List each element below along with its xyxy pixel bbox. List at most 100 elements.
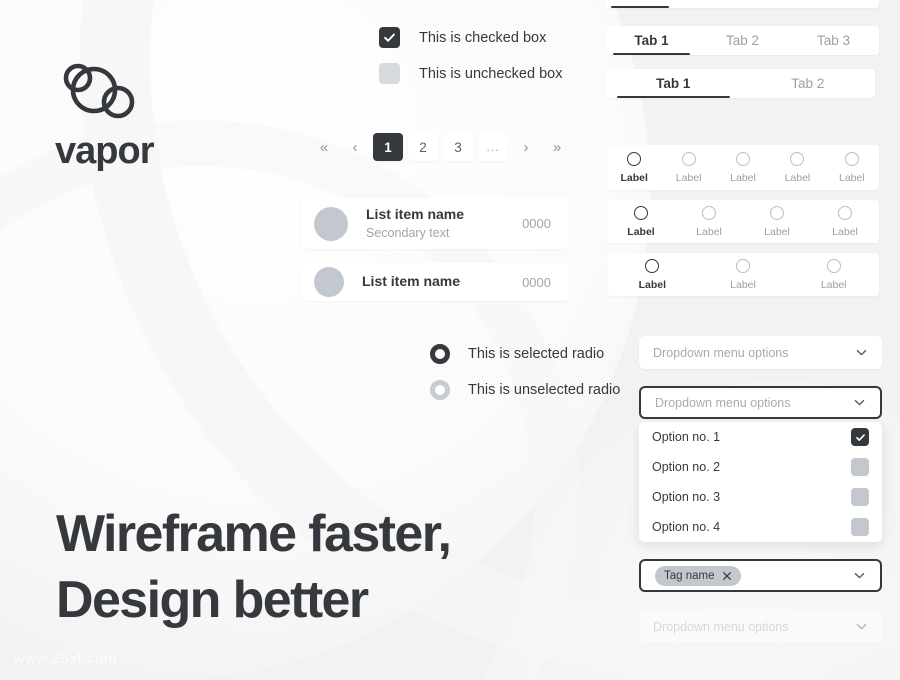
option-checkbox-checked[interactable] — [851, 428, 869, 446]
radio-group-item[interactable]: Label — [607, 258, 698, 291]
pagination-prev-icon[interactable]: ‹ — [342, 134, 368, 160]
tab-bar-2[interactable]: Tab 1 Tab 2 — [606, 69, 875, 98]
dropdown-option-label: Option no. 1 — [652, 430, 721, 444]
option-checkbox-unchecked[interactable] — [851, 518, 869, 536]
radio-selected-label: This is selected radio — [468, 346, 605, 362]
radio-row-selected[interactable]: This is selected radio — [430, 344, 604, 364]
radio-group-label: Label — [730, 278, 756, 291]
checkbox-unchecked-label: This is unchecked box — [419, 65, 563, 82]
pagination-page-2[interactable]: 2 — [408, 133, 438, 161]
pagination-page-1[interactable]: 1 — [373, 133, 403, 161]
chevron-down-icon — [855, 346, 868, 359]
tab-bar-3[interactable]: Tab 1 Tab 2 Tab 3 — [606, 26, 879, 55]
radio-group-label: Label — [620, 171, 648, 184]
radio-group-label: Label — [832, 225, 858, 238]
radio-group-item[interactable]: Label — [698, 258, 789, 291]
dropdown-menu[interactable]: Option no. 1 Option no. 2 Option no. 3 O… — [639, 422, 882, 542]
close-icon[interactable] — [722, 571, 732, 581]
dropdown-plain[interactable]: Dropdown menu options — [639, 336, 882, 369]
radio-group-item[interactable]: Label — [811, 205, 879, 238]
radio-group-label: Label — [838, 171, 865, 184]
radio-group-4[interactable]: Label Label Label Label — [607, 200, 879, 243]
radio-selected[interactable] — [430, 344, 450, 364]
avatar — [314, 206, 348, 241]
pagination[interactable]: « ‹ 1 2 3 ... › » — [311, 133, 570, 161]
brand-name: vapor — [55, 130, 154, 172]
dropdown-option[interactable]: Option no. 2 — [639, 452, 882, 482]
radio-group-label: Label — [764, 225, 790, 238]
radio-group-label: Label — [784, 171, 811, 184]
option-checkbox-unchecked[interactable] — [851, 458, 869, 476]
checkbox-checked-label: This is checked box — [419, 29, 547, 46]
radio-group-item[interactable]: Label — [743, 205, 811, 238]
pagination-page-3[interactable]: 3 — [443, 133, 473, 161]
pagination-next-icon[interactable]: › — [513, 134, 539, 160]
radio-circle-icon — [634, 205, 648, 220]
radio-group-item[interactable]: Label — [661, 151, 715, 184]
dropdown-plain-placeholder: Dropdown menu options — [653, 345, 789, 360]
checkbox-row-checked[interactable]: This is checked box — [379, 27, 546, 48]
checkbox-checked[interactable] — [379, 27, 400, 48]
option-checkbox-unchecked[interactable] — [851, 488, 869, 506]
tab-1[interactable]: Tab 1 — [606, 0, 674, 8]
dropdown-option-label: Option no. 4 — [652, 520, 721, 534]
tab-1[interactable]: Tab 1 — [606, 69, 741, 98]
tab-2[interactable]: Tab 2 — [697, 26, 788, 55]
dropdown-focused-placeholder: Dropdown menu options — [655, 395, 791, 410]
radio-group-3[interactable]: Label Label Label — [607, 253, 879, 296]
radio-group-item[interactable]: Label — [607, 151, 661, 184]
radio-circle-icon — [770, 205, 784, 220]
radio-row-unselected[interactable]: This is unselected radio — [430, 380, 620, 400]
dropdown-option[interactable]: Option no. 1 — [639, 422, 882, 452]
tab-1[interactable]: Tab 1 — [606, 26, 697, 55]
dropdown-option[interactable]: Option no. 4 — [639, 512, 882, 542]
cloud-bubbles-icon — [63, 63, 135, 119]
radio-group-item[interactable]: Label — [716, 151, 770, 184]
check-icon — [855, 433, 865, 441]
checkbox-unchecked[interactable] — [379, 63, 400, 84]
headline-line-1: Wireframe faster, — [56, 505, 452, 563]
tab-2[interactable]: Tab 2 — [741, 69, 876, 98]
headline-line-2: Design better — [56, 570, 369, 629]
radio-group-label: Label — [820, 278, 847, 291]
pagination-ellipsis[interactable]: ... — [478, 133, 508, 161]
radio-group-label: Label — [675, 171, 702, 184]
dropdown-with-tag[interactable]: Tag name — [639, 559, 882, 592]
radio-unselected[interactable] — [430, 380, 450, 400]
pagination-last-icon[interactable]: » — [544, 134, 570, 160]
dropdown-disabled[interactable]: Dropdown menu options — [639, 610, 882, 643]
radio-circle-icon — [627, 151, 642, 166]
checkbox-row-unchecked[interactable]: This is unchecked box — [379, 63, 562, 84]
radio-circle-icon — [645, 258, 660, 273]
list-item-value: 0000 — [522, 216, 551, 231]
radio-circle-icon — [844, 151, 859, 166]
radio-group-item[interactable]: Label — [675, 205, 743, 238]
tag-chip[interactable]: Tag name — [655, 565, 741, 586]
tab-2[interactable]: Tab 2 — [674, 0, 742, 8]
radio-group-item[interactable]: Label — [788, 258, 879, 291]
brand-logo: vapor — [55, 60, 235, 170]
list-item-value: 0000 — [522, 274, 551, 290]
tab-3[interactable]: Tab 3 — [788, 26, 879, 55]
radio-group-item[interactable]: Label — [825, 151, 879, 184]
chevron-down-icon — [853, 569, 866, 582]
pagination-first-icon[interactable]: « — [311, 134, 337, 160]
list-item[interactable]: List item name 0000 — [301, 263, 569, 301]
radio-circle-icon — [681, 151, 696, 166]
radio-group-item[interactable]: Label — [770, 151, 824, 184]
radio-group-label: Label — [627, 225, 655, 238]
check-icon — [384, 33, 395, 42]
tab-bar-4[interactable]: Tab 1 Tab 2 Tab 3 Tab 4 — [606, 0, 879, 8]
dropdown-option-label: Option no. 3 — [652, 490, 721, 504]
radio-circle-icon — [826, 258, 841, 273]
list-item[interactable]: List item name Secondary text 0000 — [301, 198, 569, 249]
radio-group-item[interactable]: Label — [607, 205, 675, 238]
dropdown-focused[interactable]: Dropdown menu options — [639, 386, 882, 419]
tab-3[interactable]: Tab 3 — [743, 0, 811, 8]
tab-4[interactable]: Tab 4 — [811, 0, 879, 8]
radio-circle-icon — [736, 258, 750, 273]
dropdown-option[interactable]: Option no. 3 — [639, 482, 882, 512]
radio-group-5[interactable]: Label Label Label Label Label — [607, 145, 879, 190]
list-item-name: List item name — [362, 273, 461, 290]
tag-chip-label: Tag name — [664, 569, 715, 582]
